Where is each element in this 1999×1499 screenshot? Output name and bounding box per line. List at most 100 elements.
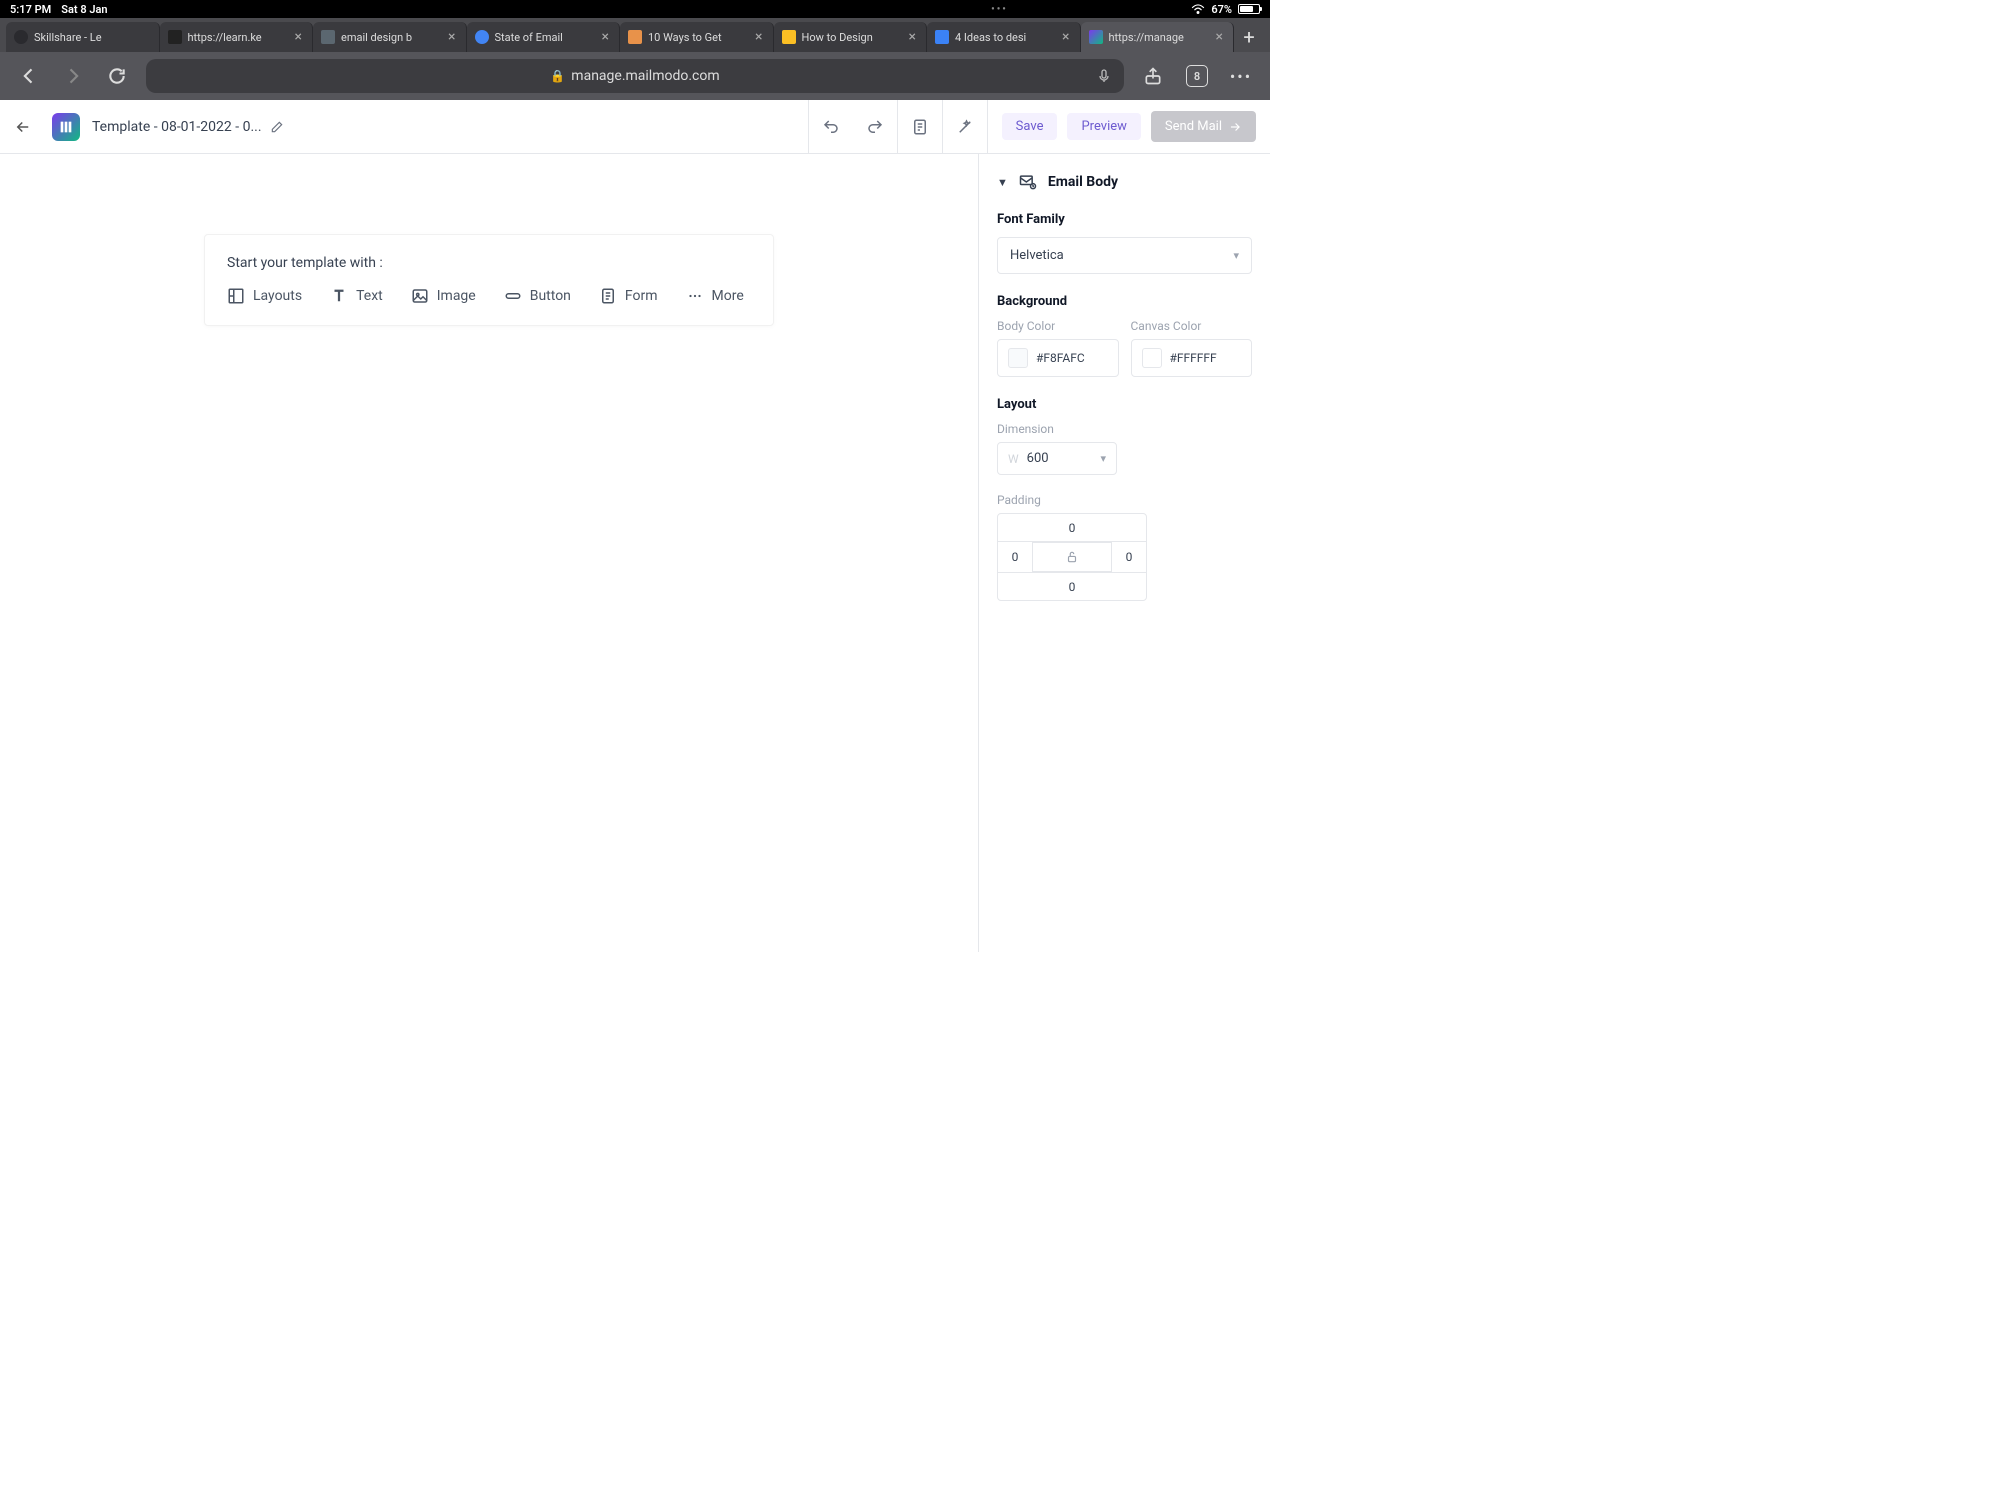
properties-sidebar: ▼ Email Body Font Family Helvetica ▾ Bac…: [978, 154, 1270, 952]
battery-icon: [1238, 4, 1260, 14]
swatch-icon: [1008, 348, 1028, 368]
browser-tab[interactable]: 10 Ways to Get ×: [620, 22, 774, 52]
browser-tab[interactable]: How to Design ×: [774, 22, 928, 52]
tab-title: 4 Ideas to desi: [955, 31, 1054, 44]
browser-toolbar: 🔒 manage.mailmodo.com 8 •••: [0, 52, 1270, 100]
tab-count-label: 8: [1186, 65, 1208, 87]
body-color-label: Body Color: [997, 319, 1119, 333]
wifi-icon: [1191, 4, 1205, 14]
button-icon: [504, 287, 522, 305]
font-family-select[interactable]: Helvetica ▾: [997, 237, 1252, 274]
app-back-button[interactable]: [14, 118, 52, 136]
email-frame: Start your template with : Layouts Text …: [189, 234, 789, 952]
unlock-icon: [1065, 550, 1079, 564]
globe-icon: [14, 30, 28, 44]
email-body-icon: [1018, 172, 1038, 192]
nav-back-button[interactable]: [14, 61, 44, 91]
editor-canvas[interactable]: Start your template with : Layouts Text …: [0, 154, 978, 952]
option-label: More: [712, 288, 744, 304]
edit-name-icon[interactable]: [270, 120, 284, 134]
chevron-down-icon: ▾: [1233, 249, 1239, 262]
close-icon[interactable]: ×: [600, 29, 611, 45]
tab-title: How to Design: [802, 31, 901, 44]
padding-top-input[interactable]: 0: [998, 514, 1146, 542]
favicon-icon: [782, 30, 796, 44]
start-card: Start your template with : Layouts Text …: [204, 234, 774, 326]
close-icon[interactable]: ×: [446, 29, 457, 45]
favicon-icon: [321, 30, 335, 44]
close-icon[interactable]: ×: [907, 29, 918, 45]
close-icon[interactable]: ×: [1214, 29, 1225, 45]
send-mail-button[interactable]: Send Mail: [1151, 111, 1256, 142]
option-text[interactable]: Text: [330, 287, 383, 305]
browser-tab[interactable]: State of Email ×: [467, 22, 621, 52]
url-bar[interactable]: 🔒 manage.mailmodo.com: [146, 59, 1124, 93]
undo-button[interactable]: [809, 100, 853, 154]
option-layouts[interactable]: Layouts: [227, 287, 302, 305]
browser-tabs-bar: Skillshare - Le https://learn.ke × email…: [0, 18, 1270, 52]
new-tab-button[interactable]: +: [1234, 18, 1264, 52]
preview-button[interactable]: Preview: [1067, 113, 1140, 140]
dimension-value: 600: [1027, 451, 1093, 466]
notes-button[interactable]: [898, 100, 942, 154]
app-header: Template - 08-01-2022 - 0... Save Previe…: [0, 100, 1270, 154]
status-handle-icon: •••: [991, 4, 1008, 15]
close-icon[interactable]: ×: [293, 29, 304, 45]
canvas-color-value: #FFFFFF: [1170, 351, 1217, 365]
tab-title: https://manage: [1109, 31, 1208, 44]
favicon-icon: [628, 30, 642, 44]
option-more[interactable]: More: [686, 287, 744, 305]
padding-bottom-input[interactable]: 0: [998, 572, 1146, 600]
status-date: Sat 8 Jan: [61, 3, 107, 16]
background-label: Background: [997, 294, 1252, 309]
tab-count-button[interactable]: 8: [1182, 61, 1212, 91]
main-area: Start your template with : Layouts Text …: [0, 154, 1270, 952]
favicon-icon: [168, 30, 182, 44]
option-button[interactable]: Button: [504, 287, 571, 305]
browser-tab[interactable]: 4 Ideas to desi ×: [927, 22, 1081, 52]
option-label: Layouts: [253, 288, 302, 304]
close-icon[interactable]: ×: [1060, 29, 1071, 45]
nav-forward-button[interactable]: [58, 61, 88, 91]
tab-title: 10 Ways to Get: [648, 31, 747, 44]
close-icon[interactable]: ×: [753, 29, 764, 45]
option-label: Image: [437, 288, 476, 304]
body-color-picker[interactable]: #F8FAFC: [997, 339, 1119, 377]
padding-left-input[interactable]: 0: [998, 542, 1032, 572]
reload-button[interactable]: [102, 61, 132, 91]
browser-tab-active[interactable]: https://manage ×: [1081, 22, 1235, 52]
app-logo-icon: [52, 113, 80, 141]
dimension-prefix: W: [1008, 452, 1019, 466]
status-battery-pct: 67%: [1211, 3, 1232, 16]
browser-tab[interactable]: https://learn.ke ×: [160, 22, 314, 52]
option-image[interactable]: Image: [411, 287, 476, 305]
padding-control[interactable]: 0 0 0 0: [997, 513, 1147, 601]
favicon-icon: [935, 30, 949, 44]
browser-tab[interactable]: Skillshare - Le: [6, 22, 160, 52]
chevron-down-icon: ▾: [1100, 452, 1106, 465]
tab-title: email design b: [341, 31, 440, 44]
send-mail-label: Send Mail: [1165, 119, 1222, 134]
favicon-icon: [475, 30, 489, 44]
save-button[interactable]: Save: [1002, 113, 1058, 140]
mic-icon[interactable]: [1096, 68, 1112, 84]
font-family-value: Helvetica: [1010, 248, 1064, 263]
more-menu-button[interactable]: •••: [1226, 61, 1256, 91]
option-label: Text: [356, 288, 383, 304]
option-label: Button: [530, 288, 571, 304]
status-time: 5:17 PM: [10, 3, 51, 16]
dimension-label: Dimension: [997, 422, 1252, 436]
panel-header[interactable]: ▼ Email Body: [997, 172, 1252, 192]
dimension-select[interactable]: W 600 ▾: [997, 442, 1117, 475]
layouts-icon: [227, 287, 245, 305]
option-form[interactable]: Form: [599, 287, 658, 305]
padding-lock-toggle[interactable]: [1032, 542, 1112, 572]
magic-button[interactable]: [943, 100, 987, 154]
redo-button[interactable]: [853, 100, 897, 154]
canvas-color-picker[interactable]: #FFFFFF: [1131, 339, 1253, 377]
canvas-color-label: Canvas Color: [1131, 319, 1253, 333]
padding-right-input[interactable]: 0: [1112, 542, 1146, 572]
template-name: Template - 08-01-2022 - 0...: [92, 119, 262, 135]
share-button[interactable]: [1138, 61, 1168, 91]
browser-tab[interactable]: email design b ×: [313, 22, 467, 52]
